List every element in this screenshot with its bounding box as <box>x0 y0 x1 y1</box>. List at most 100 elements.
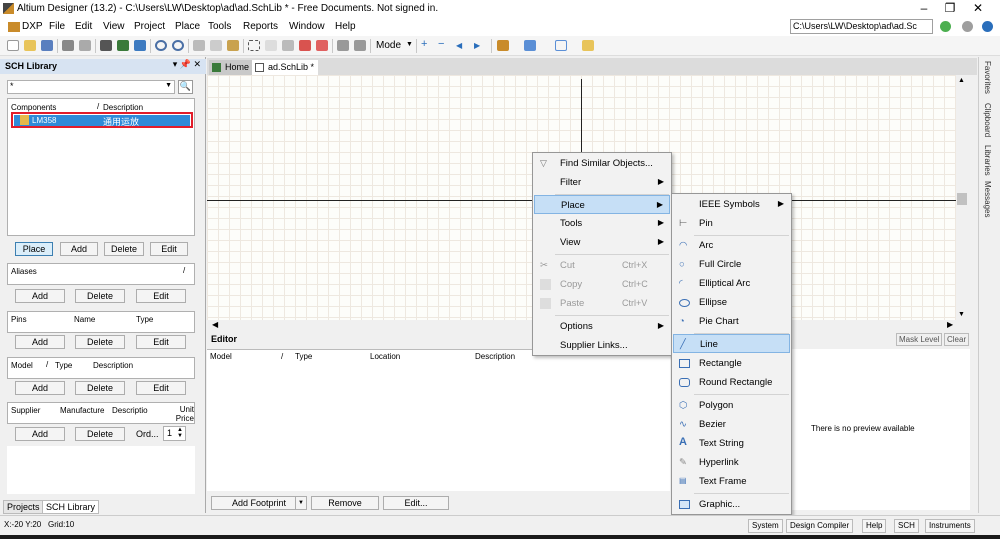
menu-item-hyperlink[interactable]: ✎ Hyperlink <box>673 453 790 472</box>
search-icon[interactable]: 🔍 <box>178 80 193 94</box>
status-system-button[interactable]: System <box>748 519 783 533</box>
menu-item-round-rectangle[interactable]: Round Rectangle <box>673 373 790 392</box>
order-stepper[interactable]: 1 ▲ ▼ <box>163 426 186 441</box>
remove-button[interactable]: Remove <box>311 496 379 510</box>
new-icon[interactable] <box>7 40 19 51</box>
add-supplier-button[interactable]: Add <box>15 427 65 441</box>
menu-item-rectangle[interactable]: Rectangle <box>673 354 790 373</box>
filter-field[interactable]: * ▼ <box>7 80 175 94</box>
status-instruments-button[interactable]: Instruments <box>925 519 975 533</box>
add-alias-button[interactable]: Add <box>15 289 65 303</box>
open-icon[interactable] <box>24 40 36 51</box>
panel-controls-icon[interactable]: ▾ 📌 ✕ <box>173 59 201 70</box>
menu-item-view[interactable]: View ▶ <box>534 233 670 252</box>
menu-item-line[interactable]: ╱ Line <box>673 334 790 353</box>
menu-tools[interactable]: Tools <box>208 21 231 32</box>
menu-item-place[interactable]: Place ▶ <box>534 195 670 214</box>
document-path-field[interactable]: C:\Users\LW\Desktop\ad\ad.Sc <box>790 19 933 34</box>
menu-item-paste[interactable]: Paste Ctrl+V <box>534 294 670 313</box>
edit-pin-button[interactable]: Edit <box>136 335 186 349</box>
tools-icon[interactable] <box>497 40 509 51</box>
menu-item-pie-chart[interactable]: ◔ Pie Chart <box>673 312 790 331</box>
menu-item-arc[interactable]: ◠ Arc <box>673 236 790 255</box>
menu-item-tools[interactable]: Tools ▶ <box>534 214 670 233</box>
menu-item-filter[interactable]: Filter ▶ <box>534 173 670 192</box>
zoom-in-icon[interactable] <box>155 40 167 51</box>
place-button[interactable]: Place <box>15 242 53 256</box>
tab-sch-library[interactable]: SCH Library <box>42 500 100 514</box>
menu-view[interactable]: View <box>103 21 125 32</box>
menu-project[interactable]: Project <box>134 21 165 32</box>
chip-icon[interactable] <box>134 40 146 51</box>
delete-component-button[interactable]: Delete <box>104 242 144 256</box>
restore-icon[interactable]: ❐ <box>940 1 960 15</box>
forward-icon[interactable] <box>962 21 973 32</box>
prev-part-icon[interactable]: ◀ <box>456 41 468 52</box>
tab-projects[interactable]: Projects <box>3 500 44 514</box>
menu-item-copy[interactable]: Copy Ctrl+C <box>534 275 670 294</box>
tab-home[interactable]: Home <box>209 60 254 75</box>
undo-icon[interactable] <box>337 40 349 51</box>
chart-icon[interactable] <box>524 40 536 51</box>
next-part-icon[interactable]: ▶ <box>474 41 486 52</box>
tab-libraries[interactable]: Libraries <box>983 145 992 176</box>
zoom-out-icon[interactable] <box>172 40 184 51</box>
clear-button[interactable]: Clear <box>944 333 970 346</box>
menu-reports[interactable]: Reports <box>243 21 278 32</box>
redo-icon[interactable] <box>354 40 366 51</box>
delete-supplier-button[interactable]: Delete <box>75 427 125 441</box>
close-icon[interactable]: ✕ <box>968 1 988 15</box>
delete-model-button[interactable]: Delete <box>75 381 125 395</box>
tab-favorites[interactable]: Favorites <box>983 61 992 94</box>
print-icon[interactable] <box>62 40 74 51</box>
menu-edit[interactable]: Edit <box>75 21 92 32</box>
list-item[interactable]: LM358 通用运放 <box>11 112 193 128</box>
status-design-compiler-button[interactable]: Design Compiler <box>786 519 854 533</box>
minimize-icon[interactable]: – <box>914 1 934 15</box>
vertical-scrollbar[interactable]: ▲ ▼ <box>956 75 969 320</box>
menu-item-supplier-links[interactable]: Supplier Links... <box>534 336 670 355</box>
delete-pin-button[interactable]: Delete <box>75 335 125 349</box>
menu-item-find-similar[interactable]: ▽ Find Similar Objects... <box>534 154 670 173</box>
status-help-button[interactable]: Help <box>862 519 887 533</box>
clear-filter-icon[interactable] <box>299 40 311 51</box>
mask-level-button[interactable]: Mask Level <box>896 333 943 346</box>
menu-dxp[interactable]: DXP <box>22 21 43 32</box>
menu-file[interactable]: File <box>49 21 65 32</box>
menu-item-graphic[interactable]: Graphic... <box>673 495 790 514</box>
cross-select-icon[interactable] <box>316 40 328 51</box>
add-pin-button[interactable]: Add <box>15 335 65 349</box>
menu-item-text-frame[interactable]: ▤ Text Frame <box>673 472 790 491</box>
tab-schlib[interactable]: ad.SchLib * <box>252 60 319 75</box>
add-footprint-button[interactable]: Add Footprint ▼ <box>211 496 307 510</box>
menu-item-ellipse[interactable]: Ellipse <box>673 293 790 312</box>
menu-place[interactable]: Place <box>175 21 200 32</box>
menu-help[interactable]: Help <box>335 21 356 32</box>
move-icon[interactable] <box>265 40 277 51</box>
deselect-icon[interactable] <box>282 40 294 51</box>
menu-item-text-string[interactable]: A Text String <box>673 434 790 453</box>
cut-icon[interactable] <box>193 40 205 51</box>
status-sch-button[interactable]: SCH <box>894 519 919 533</box>
remove-part-icon[interactable]: − <box>438 38 450 50</box>
grid-icon[interactable] <box>555 40 567 51</box>
tab-clipboard[interactable]: Clipboard <box>983 103 992 137</box>
menu-item-polygon[interactable]: ⬡ Polygon <box>673 396 790 415</box>
library-icon[interactable] <box>117 40 129 51</box>
mode-button[interactable]: Mode <box>376 40 401 51</box>
add-model-button[interactable]: Add <box>15 381 65 395</box>
menu-item-full-circle[interactable]: ○ Full Circle <box>673 255 790 274</box>
edit-model-button[interactable]: Edit <box>136 381 186 395</box>
menu-item-ieee-symbols[interactable]: IEEE Symbols ▶ <box>673 195 790 214</box>
menu-item-elliptical-arc[interactable]: ◜ Elliptical Arc <box>673 274 790 293</box>
save-icon[interactable] <box>41 40 53 51</box>
select-area-icon[interactable] <box>248 40 260 51</box>
menu-item-pin[interactable]: ⊢ Pin <box>673 214 790 233</box>
copy-icon[interactable] <box>210 40 222 51</box>
delete-alias-button[interactable]: Delete <box>75 289 125 303</box>
menu-window[interactable]: Window <box>289 21 325 32</box>
menu-item-bezier[interactable]: ∿ Bezier <box>673 415 790 434</box>
tab-messages[interactable]: Messages <box>983 181 992 217</box>
menu-item-options[interactable]: Options ▶ <box>534 317 670 336</box>
back-icon[interactable] <box>940 21 951 32</box>
